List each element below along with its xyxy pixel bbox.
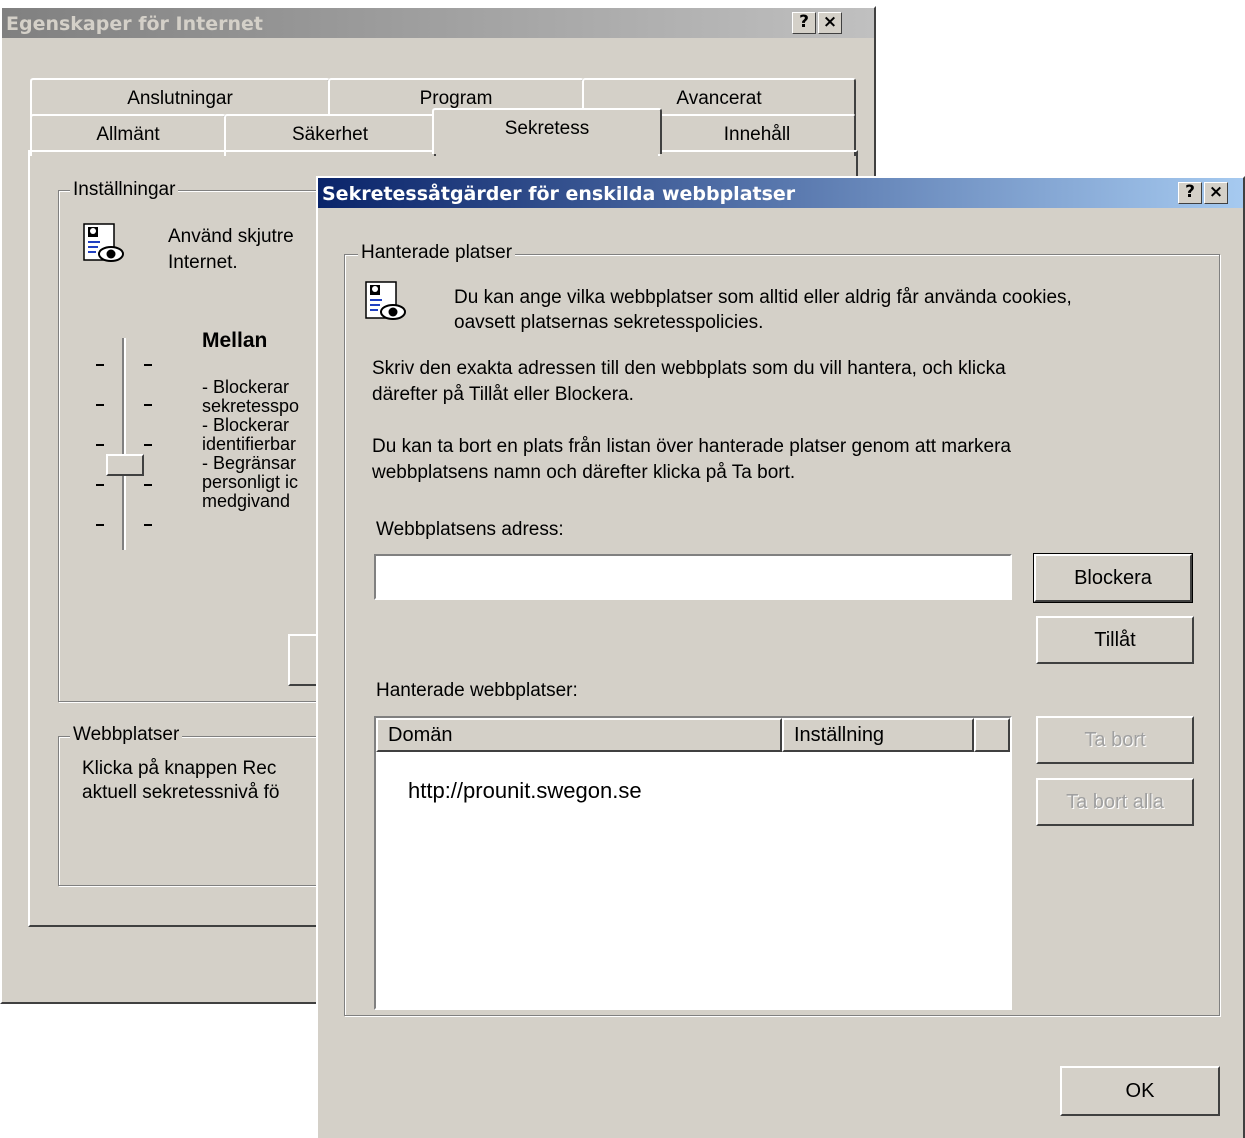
back-close-button[interactable]: ×	[818, 12, 842, 34]
managed-sites-legend: Hanterade platser	[358, 242, 516, 264]
tab-label: Avancerat	[676, 88, 762, 109]
websites-description: Klicka på knappen Rec	[82, 758, 277, 779]
remove-button[interactable]: Ta bort	[1036, 716, 1194, 764]
address-label: Webbplatsens adress:	[376, 519, 564, 540]
level-line: medgivand	[202, 491, 291, 511]
column-header-filler	[974, 718, 1010, 752]
level-line: - Blockerar	[202, 415, 290, 435]
info-text-cont: oavsett platsernas sekretesspolicies.	[454, 312, 764, 333]
list-header: Domän Inställning	[376, 718, 1010, 752]
websites-legend: Webbplatser	[70, 724, 183, 746]
instruction-text: Skriv den exakta adressen till den webbp…	[372, 358, 1006, 379]
column-header-setting[interactable]: Inställning	[782, 718, 974, 752]
allow-button-label: Tillåt	[1094, 629, 1136, 651]
front-title-bar[interactable]: Sekretessåtgärder för enskilda webbplats…	[318, 178, 1243, 208]
address-input[interactable]	[374, 554, 1012, 600]
tab-label: Innehåll	[723, 124, 791, 145]
ok-button[interactable]: OK	[1060, 1066, 1220, 1116]
row-domain: http://prounit.swegon.se	[408, 778, 642, 803]
tab-sekretess[interactable]: Sekretess	[432, 108, 662, 154]
ok-button-label: OK	[1125, 1080, 1155, 1102]
tab-label: Säkerhet	[291, 124, 369, 145]
remove-all-button-label: Ta bort alla	[1066, 791, 1164, 813]
tab-label: Anslutningar	[127, 88, 233, 109]
slider-track	[122, 338, 126, 550]
privacy-level-description: - Blockerar sekretesspo - Blockerar iden…	[202, 378, 299, 511]
privacy-level-slider[interactable]	[88, 338, 168, 558]
level-line: sekretesspo	[202, 396, 300, 416]
info-text: Du kan ange vilka webbplatser som alltid…	[454, 287, 1072, 308]
allow-button[interactable]: Tillåt	[1036, 616, 1194, 664]
back-help-button[interactable]: ?	[792, 12, 816, 34]
tab-label: Sekretess	[504, 118, 590, 139]
settings-description: Använd skjutre	[168, 226, 294, 247]
privacy-report-icon	[365, 281, 406, 320]
column-header-domain[interactable]: Domän	[376, 718, 782, 752]
remove-button-label: Ta bort	[1084, 729, 1146, 751]
per-site-privacy-dialog: Sekretessåtgärder för enskilda webbplats…	[316, 176, 1245, 1138]
level-line: - Blockerar	[202, 377, 290, 397]
tab-label: Program	[419, 88, 493, 109]
table-row[interactable]: http://prounit.swegon.se	[376, 752, 1010, 803]
front-close-button[interactable]: ×	[1204, 182, 1228, 204]
level-line: - Begränsar	[202, 453, 297, 473]
websites-description-cont: aktuell sekretessnivå fö	[82, 782, 280, 803]
remove-all-button[interactable]: Ta bort alla	[1036, 778, 1194, 826]
privacy-report-icon	[83, 223, 124, 262]
settings-description-cont: Internet.	[168, 252, 238, 273]
block-button[interactable]: Blockera	[1033, 553, 1193, 603]
front-help-button[interactable]: ?	[1178, 182, 1202, 204]
block-button-label: Blockera	[1074, 567, 1152, 589]
back-window-title: Egenskaper för Internet	[6, 13, 263, 35]
remove-instruction-text-cont: webbplatsens namn och därefter klicka på…	[372, 462, 796, 483]
tab-label: Allmänt	[96, 124, 160, 145]
remove-instruction-text: Du kan ta bort en plats från listan över…	[372, 436, 1011, 457]
slider-ticks-left	[96, 348, 104, 548]
column-label: Inställning	[794, 724, 885, 746]
privacy-level-name: Mellan	[202, 329, 268, 352]
level-line: identifierbar	[202, 434, 297, 454]
column-label: Domän	[388, 724, 453, 746]
instruction-text-cont: därefter på Tillåt eller Blockera.	[372, 384, 634, 405]
slider-ticks-right	[144, 348, 152, 548]
front-window-title: Sekretessåtgärder för enskilda webbplats…	[322, 183, 796, 205]
level-line: personligt ic	[202, 472, 299, 492]
slider-thumb[interactable]	[106, 454, 144, 476]
back-title-bar[interactable]: Egenskaper för Internet ? ×	[2, 8, 874, 38]
managed-sites-label: Hanterade webbplatser:	[376, 680, 578, 701]
managed-sites-list[interactable]: Domän Inställning http://prounit.swegon.…	[374, 716, 1012, 1010]
settings-legend: Inställningar	[70, 179, 179, 201]
